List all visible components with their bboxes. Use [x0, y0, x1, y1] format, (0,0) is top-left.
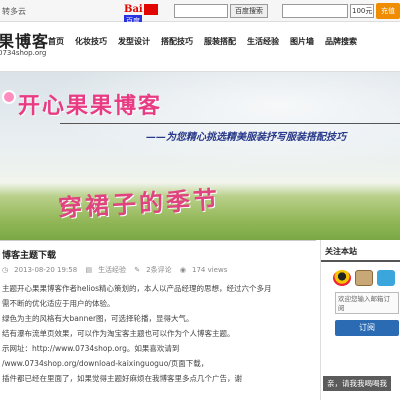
- post-line: 绿色为主的风格有大banner图，可选择轮播，显得大气。: [2, 314, 194, 323]
- amount-input[interactable]: [282, 4, 348, 18]
- banner-divider: [60, 123, 400, 124]
- nav-brand[interactable]: 品牌搜索: [325, 36, 357, 47]
- post-views: 174 views: [191, 266, 228, 274]
- qzone-icon[interactable]: [377, 270, 395, 286]
- sidebar-header: 关注本站: [325, 247, 357, 256]
- baidu-logo[interactable]: Bai百度: [124, 4, 172, 27]
- folder-icon: ▤: [85, 266, 93, 274]
- nav-hair[interactable]: 发型设计: [118, 36, 150, 47]
- nav-clothing[interactable]: 服装搭配: [204, 36, 236, 47]
- post-line: /www.0734shop.org/download-kaixinguoguo/…: [2, 359, 209, 368]
- main-nav: 首页 化妆技巧 发型设计 搭配技巧 服装搭配 生活经验 图片墙 品牌搜索: [48, 36, 368, 47]
- post-category[interactable]: 生活经验: [98, 266, 126, 274]
- site-domain: 0734shop.org: [0, 49, 47, 57]
- banner-title: 开心果果博客: [18, 93, 163, 119]
- banner-subtitle: ——为您精心挑选精美服装抒写服装搭配技巧: [146, 132, 346, 143]
- sidebar-promo: 亲，请我我喝喝我: [323, 376, 391, 391]
- top-bar: 转多云 Bai百度 百度搜索 100元 充值: [0, 0, 400, 27]
- subscribe-button[interactable]: 订阅: [335, 320, 399, 336]
- baidu-logo-text: Bai: [124, 4, 143, 15]
- post-content: 博客主题下载 ◷ 2013-08-20 19:58 ▤ 生活经验 ✎ 2条评论 ◉ 17…: [0, 240, 316, 400]
- comment-icon: ✎: [134, 266, 141, 274]
- post-line: 结有瀑布流单页效果，可以作为淘宝客主题也可以作为个人博客主题。: [2, 329, 235, 338]
- search-input[interactable]: [174, 4, 228, 18]
- qq-icon[interactable]: [333, 270, 351, 286]
- follow-icons: [333, 270, 399, 286]
- banner[interactable]: 开心果果博客 ——为您精心挑选精美服装抒写服装搭配技巧 穿裙子的季节: [0, 72, 400, 240]
- amount-select[interactable]: 100元: [350, 4, 374, 18]
- post-line: 需不断的优化适应于用户的体验。: [2, 299, 115, 308]
- post-body: 主题开心果果博客作者helios精心策划的，本人以产品经理的思想，经过六个多月 …: [2, 281, 316, 386]
- sidebar-divider: [321, 260, 400, 262]
- eye-icon: ◉: [179, 266, 186, 274]
- post-meta: ◷ 2013-08-20 19:58 ▤ 生活经验 ✎ 2条评论 ◉ 174 views: [2, 265, 233, 275]
- clock-icon: ◷: [2, 266, 9, 274]
- nav-home[interactable]: 首页: [48, 36, 64, 47]
- nav-life[interactable]: 生活经验: [247, 36, 279, 47]
- post-comments[interactable]: 2条评论: [146, 266, 171, 274]
- sidebar: 关注本站 欢迎您输入邮箱订阅 订阅 亲，请我我喝喝我: [320, 240, 400, 400]
- post-line: 示网址：http://www.0734shop.org。如果喜欢请到: [2, 344, 180, 353]
- mail-icon[interactable]: [355, 270, 373, 286]
- nav-gallery[interactable]: 图片墙: [290, 36, 314, 47]
- post-title[interactable]: 博客主题下载: [2, 248, 56, 261]
- flower-icon: [2, 90, 16, 104]
- post-line: 插件都已经在里面了，如果觉得主题好麻烦在我博客里多点几个广告，谢: [2, 374, 242, 383]
- site-header: 果博客 0734shop.org 首页 化妆技巧 发型设计 搭配技巧 服装搭配 …: [0, 22, 400, 72]
- banner-season: 穿裙子的季节: [57, 184, 221, 223]
- post-line: 主题开心果果博客作者helios精心策划的，本人以产品经理的思想，经过六个多月: [2, 284, 272, 293]
- weather-text: 转多云: [2, 7, 26, 16]
- search-button[interactable]: 百度搜索: [230, 4, 268, 18]
- nav-matching[interactable]: 搭配技巧: [161, 36, 193, 47]
- paw-icon: [143, 4, 158, 15]
- post-date: 2013-08-20 19:58: [14, 266, 78, 274]
- subscribe-email-input[interactable]: 欢迎您输入邮箱订阅: [335, 292, 399, 314]
- nav-makeup[interactable]: 化妆技巧: [75, 36, 107, 47]
- recharge-button[interactable]: 充值: [376, 3, 400, 19]
